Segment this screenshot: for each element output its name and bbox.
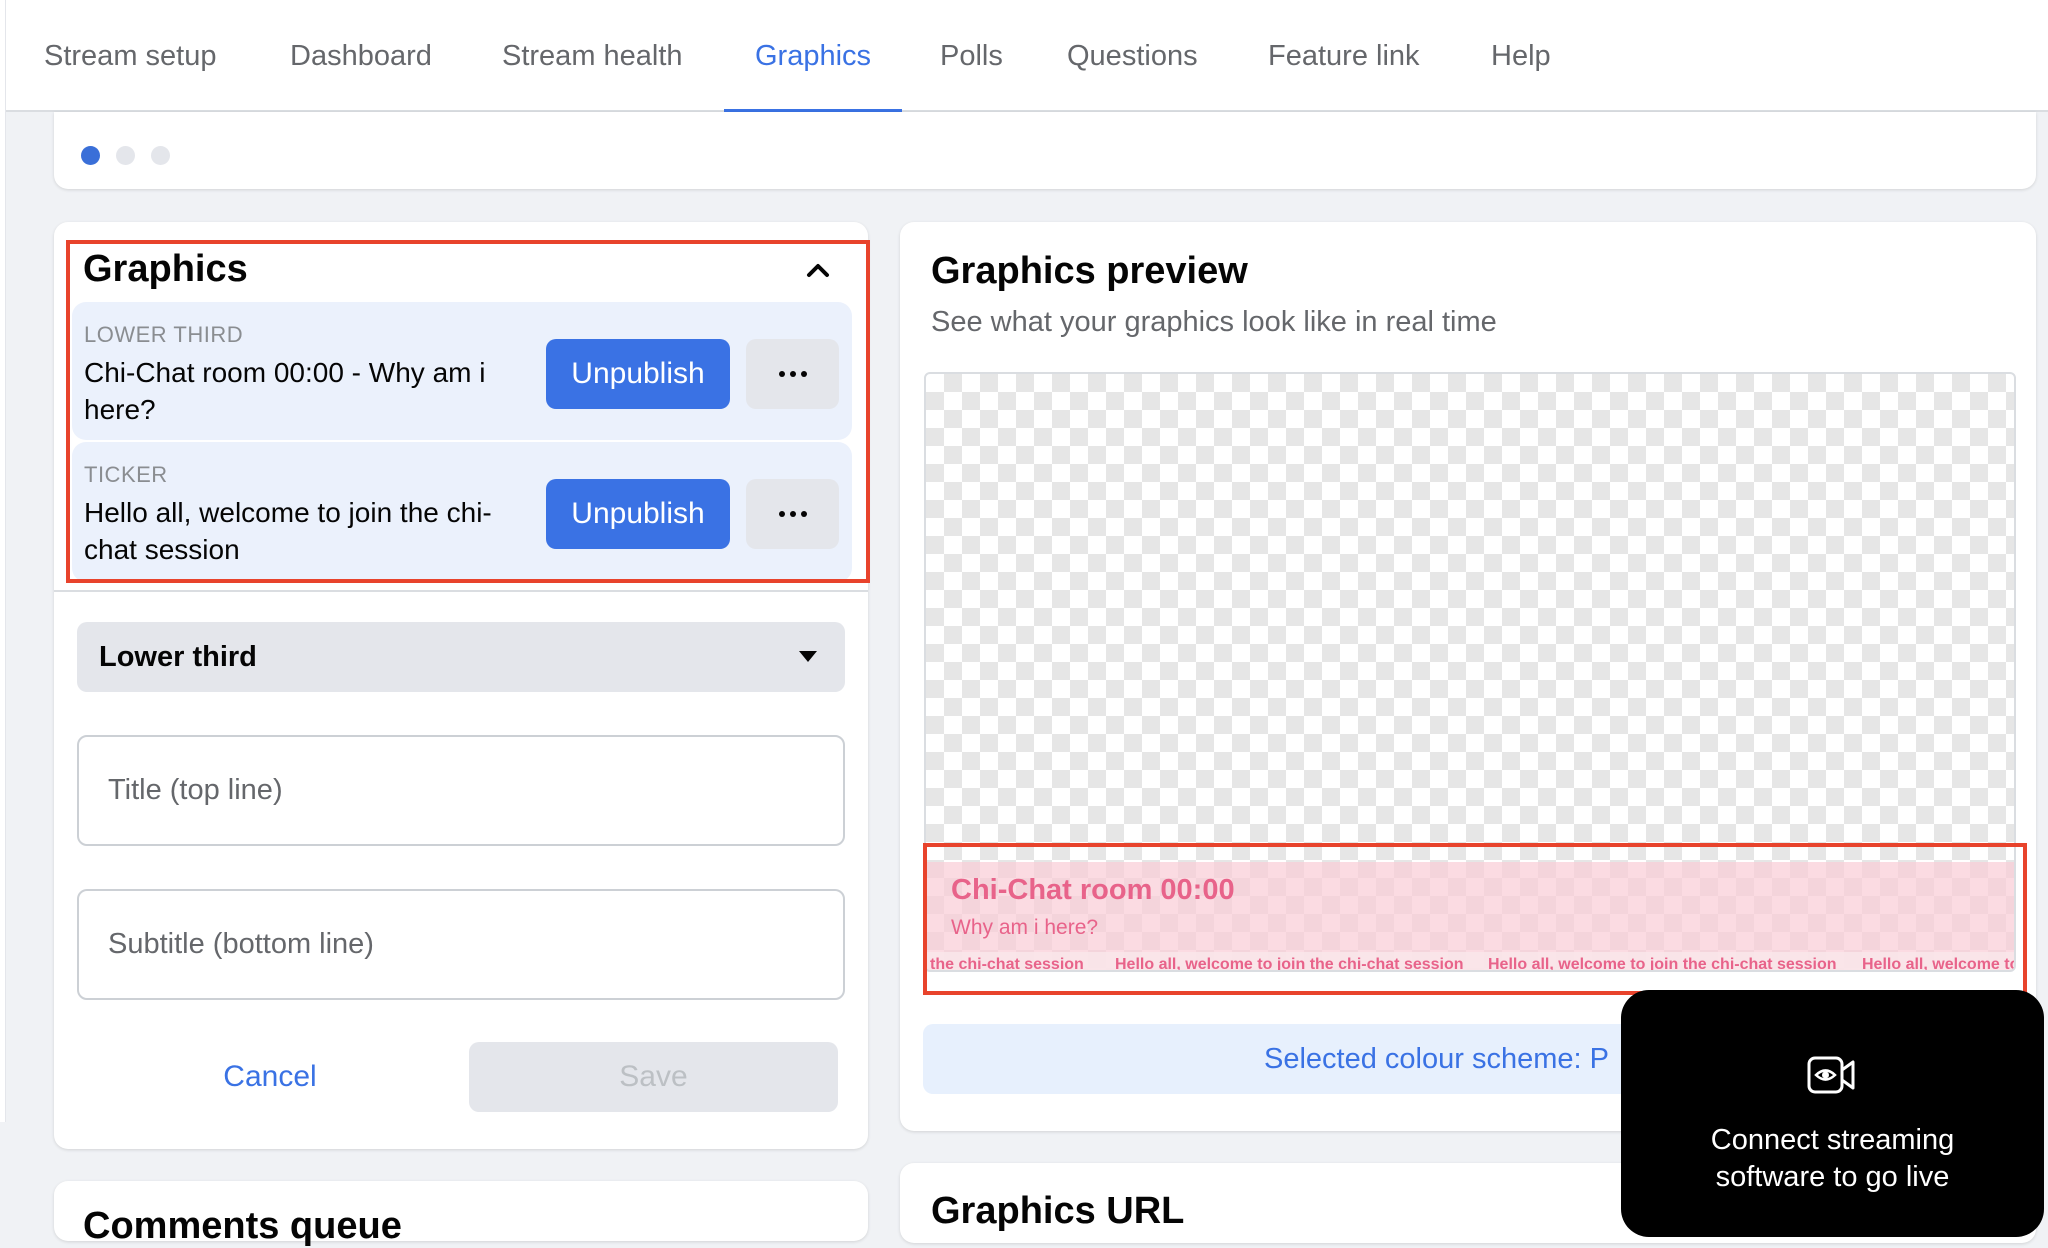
top-navigation: Stream setup Dashboard Stream health Gra… — [6, 0, 2048, 114]
cancel-button[interactable]: Cancel — [120, 1042, 420, 1112]
tab-dashboard[interactable]: Dashboard — [290, 0, 432, 112]
subtitle-input[interactable] — [108, 891, 808, 998]
graphic-kind-label: LOWER THIRD — [84, 322, 244, 347]
preview-canvas: Chi-Chat room 00:00 Why am i here? the c… — [924, 372, 2016, 972]
go-live-line-2: software to go live — [1715, 1161, 1950, 1193]
colour-scheme-label: Selected colour scheme: P — [1264, 1043, 1609, 1075]
published-graphic-lower-third: LOWER THIRD Chi-Chat room 00:00 - Why am… — [72, 302, 852, 440]
graphics-preview-title: Graphics preview — [931, 250, 1248, 292]
graphic-text: Chi-Chat room 00:00 - Why am i here? — [84, 357, 486, 425]
more-options-button[interactable] — [746, 479, 839, 549]
carousel-card — [54, 112, 2036, 189]
preview-ticker: the chi-chat session Hello all, welcome … — [926, 952, 2014, 972]
graphic-type-selected: Lower third — [99, 641, 257, 673]
preview-lower-third-subtitle: Why am i here? — [951, 916, 1099, 939]
ticker-segment: the chi-chat session — [930, 956, 1084, 972]
graphics-preview-subtitle: See what your graphics look like in real… — [931, 306, 1497, 338]
tab-stream-setup[interactable]: Stream setup — [44, 0, 216, 112]
ticker-segment: Hello all, welcome to join the chi-chat … — [1115, 956, 1464, 972]
graphic-text: Hello all, welcome to join the chi-chat … — [84, 497, 492, 565]
tab-questions[interactable]: Questions — [1067, 0, 1198, 112]
carousel-dot-2[interactable] — [116, 146, 135, 165]
save-button[interactable]: Save — [469, 1042, 838, 1112]
more-dots-icon — [779, 511, 785, 517]
section-divider — [54, 590, 868, 592]
chevron-up-icon[interactable] — [804, 260, 832, 280]
tab-help[interactable]: Help — [1491, 0, 1551, 112]
carousel-dot-1[interactable] — [81, 146, 100, 165]
preview-lower-third: Chi-Chat room 00:00 Why am i here? — [926, 862, 2014, 952]
ticker-segment: Hello all, welcome to join the chi-chat … — [1488, 956, 1837, 972]
preview-lower-third-title: Chi-Chat room 00:00 — [951, 874, 1235, 906]
tab-stream-health[interactable]: Stream health — [502, 0, 683, 112]
tab-graphics[interactable]: Graphics — [724, 0, 903, 114]
unpublish-button[interactable]: Unpublish — [546, 339, 730, 409]
ticker-segment: Hello all, welcome to — [1862, 956, 2014, 972]
subtitle-field[interactable] — [77, 889, 845, 1000]
title-input[interactable] — [108, 737, 808, 844]
published-graphic-ticker: TICKER Hello all, welcome to join the ch… — [72, 442, 852, 582]
tab-feature-link[interactable]: Feature link — [1268, 0, 1420, 112]
graphics-panel-title: Graphics — [83, 248, 248, 290]
go-live-message: Connect streaming software to go live — [1621, 1122, 2044, 1196]
caret-down-icon — [799, 651, 817, 662]
graphic-kind-label: TICKER — [84, 462, 168, 487]
graphic-type-select[interactable]: Lower third — [77, 622, 845, 692]
left-edge-strip — [0, 0, 6, 1227]
unpublish-button[interactable]: Unpublish — [546, 479, 730, 549]
go-live-toast[interactable]: Connect streaming software to go live — [1621, 990, 2044, 1237]
more-options-button[interactable] — [746, 339, 839, 409]
tab-polls[interactable]: Polls — [940, 0, 1003, 112]
video-camera-eye-icon — [1807, 1056, 1855, 1094]
title-field[interactable] — [77, 735, 845, 846]
go-live-line-1: Connect streaming — [1710, 1124, 1955, 1156]
more-dots-icon — [779, 371, 785, 377]
tab-graphics-label: Graphics — [755, 40, 872, 72]
carousel-dot-3[interactable] — [151, 146, 170, 165]
